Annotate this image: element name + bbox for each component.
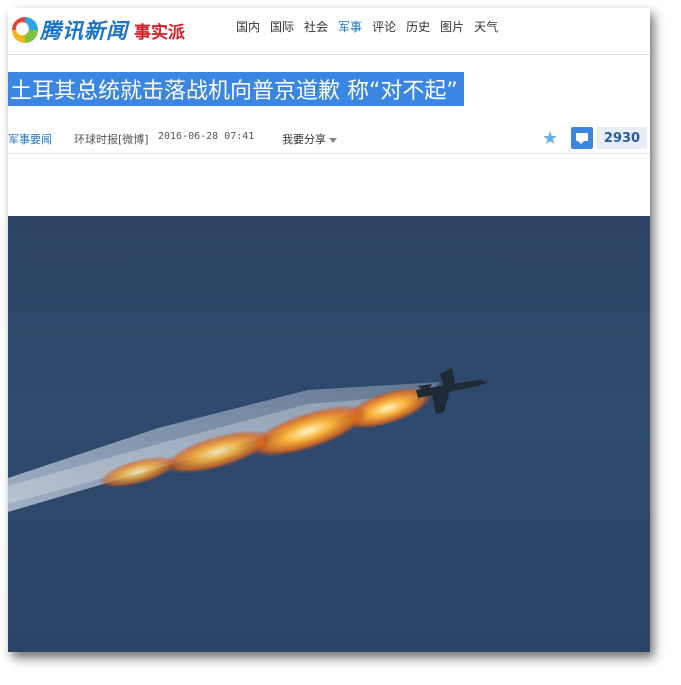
jet-silhouette <box>416 368 490 414</box>
tencent-logo-icon <box>12 17 38 43</box>
channel-nav: 国内 国际 社会 军事 评论 历史 图片 天气 <box>236 18 498 35</box>
divider <box>8 153 650 154</box>
publish-time: 2016-06-28 07:41 <box>158 131 255 142</box>
article-title: 土耳其总统就击落战机向普京道歉 称“对不起” <box>10 79 458 104</box>
column-brand[interactable]: 事实派 <box>134 18 185 43</box>
divider <box>8 54 650 55</box>
nav-item[interactable]: 国内 <box>236 18 260 35</box>
comment-count[interactable]: 2930 <box>597 127 647 149</box>
nav-item[interactable]: 天气 <box>474 18 498 35</box>
site-logo[interactable]: 腾讯新闻 事实派 <box>12 16 185 44</box>
nav-item[interactable]: 评论 <box>372 18 396 35</box>
article-page: 腾讯新闻 事实派 国内 国际 社会 军事 评论 历史 图片 天气 土耳其总统就击… <box>8 8 650 652</box>
burning-jet-image <box>8 368 490 512</box>
site-header: 腾讯新闻 事实派 国内 国际 社会 军事 评论 历史 图片 天气 <box>8 8 650 48</box>
article-photo <box>8 216 650 652</box>
nav-item[interactable]: 国际 <box>270 18 294 35</box>
nav-item[interactable]: 图片 <box>440 18 464 35</box>
nav-item[interactable]: 社会 <box>304 18 328 35</box>
comment-bubble-icon[interactable] <box>571 127 593 149</box>
logo-text: 腾讯新闻 <box>40 18 128 43</box>
share-button[interactable]: 我要分享 <box>282 131 337 147</box>
title-highlight: 土耳其总统就击落战机向普京道歉 称“对不起” <box>8 72 464 106</box>
star-icon[interactable]: ★ <box>542 128 558 149</box>
source-link[interactable]: 环球时报[微博] <box>74 131 149 147</box>
nav-item[interactable]: 历史 <box>406 18 430 35</box>
nav-item-active[interactable]: 军事 <box>338 18 362 35</box>
category-link[interactable]: 军事要闻 <box>8 131 52 147</box>
article-meta: 军事要闻 环球时报[微博] 2016-06-28 07:41 我要分享 ★ 29… <box>8 127 650 151</box>
